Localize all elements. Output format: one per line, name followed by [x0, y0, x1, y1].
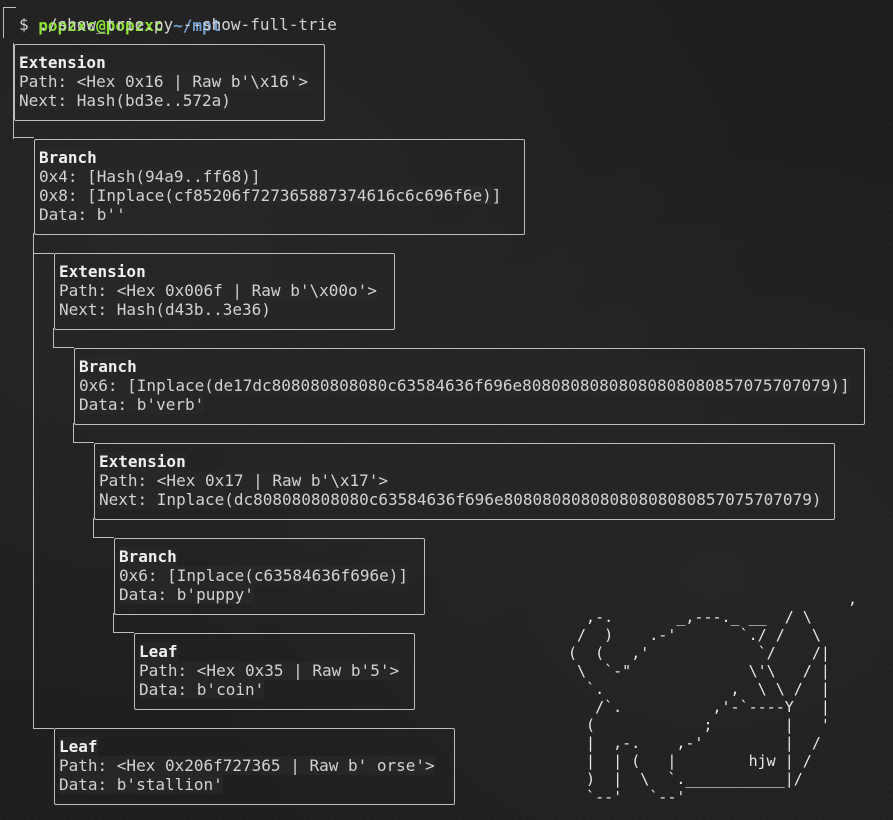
- node-data-line: Data: b'coin': [139, 680, 265, 699]
- tree-connector: [33, 233, 34, 727]
- node-title: Extension: [59, 262, 146, 281]
- node-child-line: 0x6: [Inplace(de17dc808080808080c6358463…: [79, 376, 850, 395]
- trie-node-leaf: Leaf Path: <Hex 0x206f727365 | Raw b' or…: [54, 728, 455, 805]
- node-next-line: Next: Hash(bd3e..572a): [19, 91, 231, 110]
- tree-connector: [93, 518, 114, 538]
- trie-node-branch: Branch 0x6: [Inplace(c63584636f696e)] Da…: [114, 538, 425, 615]
- node-title: Branch: [39, 148, 97, 167]
- tree-connector: [73, 423, 94, 443]
- node-child-line: 0x4: [Hash(94a9..ff68)]: [39, 167, 261, 186]
- node-path-line: Path: <Hex 0x17 | Raw b'\x17'>: [99, 471, 388, 490]
- ascii-art-cat: , ,-. _,---._ __ / \ / ) .-' `./ / \ ( (…: [568, 590, 857, 806]
- node-title: Extension: [99, 452, 186, 471]
- node-title: Extension: [19, 53, 106, 72]
- tree-connector: [113, 613, 134, 633]
- node-child-line: 0x6: [Inplace(c63584636f696e)]: [119, 566, 408, 585]
- node-path-line: Path: <Hex 0x206f727365 | Raw b' orse'>: [59, 756, 435, 775]
- node-title: Branch: [119, 547, 177, 566]
- tree-connector: [13, 137, 34, 138]
- command-line: $ ./show_trie.py --show-full-trie: [19, 15, 337, 34]
- node-data-line: Data: b'puppy': [119, 585, 254, 604]
- node-path-line: Path: <Hex 0x006f | Raw b'\x00o'>: [59, 281, 377, 300]
- tree-connector: [33, 233, 54, 254]
- tree-connector: [53, 328, 74, 348]
- node-child-line: 0x8: [Inplace(cf85206f727365887374616c6c…: [39, 186, 502, 205]
- node-data-line: Data: b'': [39, 205, 126, 224]
- node-data-line: Data: b'verb': [79, 395, 205, 414]
- tree-connector: [33, 708, 54, 729]
- node-title: Branch: [79, 357, 137, 376]
- prompt-corner-decoration: [3, 7, 16, 38]
- node-next-line: Next: Hash(d43b..3e36): [59, 300, 271, 319]
- trie-node-extension-root: Extension Path: <Hex 0x16 | Raw b'\x16'>…: [14, 44, 325, 121]
- node-data-line: Data: b'stallion': [59, 775, 223, 794]
- trie-node-branch: Branch 0x4: [Hash(94a9..ff68)] 0x8: [Inp…: [34, 139, 525, 235]
- trie-node-extension: Extension Path: <Hex 0x17 | Raw b'\x17'>…: [94, 443, 835, 520]
- node-title: Leaf: [139, 642, 178, 661]
- trie-node-leaf: Leaf Path: <Hex 0x35 | Raw b'5'> Data: b…: [134, 633, 415, 710]
- node-title: Leaf: [59, 737, 98, 756]
- trie-node-branch: Branch 0x6: [Inplace(de17dc808080808080c…: [74, 348, 865, 425]
- node-path-line: Path: <Hex 0x35 | Raw b'5'>: [139, 661, 400, 680]
- trie-node-extension: Extension Path: <Hex 0x006f | Raw b'\x00…: [54, 253, 395, 330]
- node-next-line: Next: Inplace(dc808080808080c63584636f69…: [99, 490, 822, 509]
- node-path-line: Path: <Hex 0x16 | Raw b'\x16'>: [19, 72, 308, 91]
